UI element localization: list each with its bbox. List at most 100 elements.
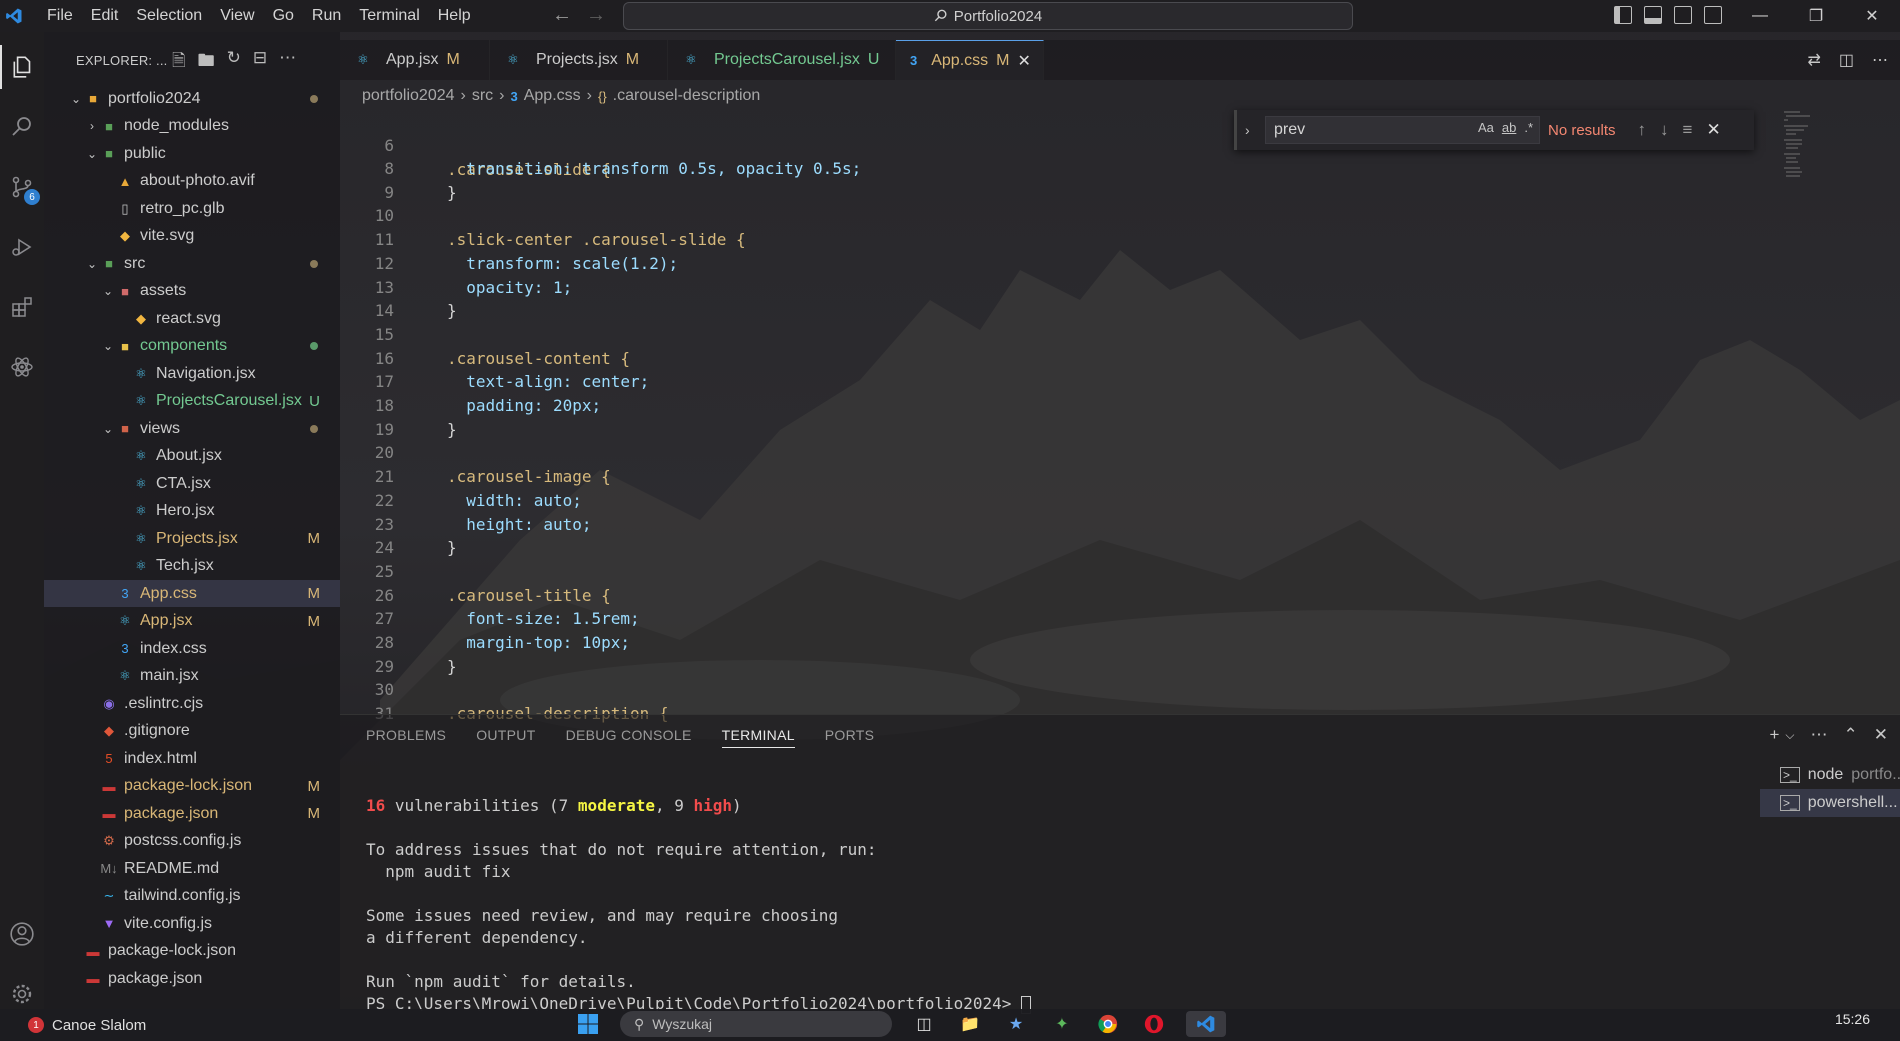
vscode-taskbar-icon[interactable]	[1186, 1011, 1226, 1037]
chevron-down-icon[interactable]: ⌄	[100, 284, 116, 298]
more-actions-icon[interactable]: ⋯	[279, 48, 296, 77]
collapse-all-icon[interactable]: ⊟	[253, 48, 267, 77]
toggle-replace-icon[interactable]: ›	[1245, 122, 1250, 138]
tab-output[interactable]: OUTPUT	[476, 727, 535, 748]
code-line[interactable]: 21 .carousel-image {	[340, 465, 1790, 489]
code-line[interactable]: 18 padding: 20px;	[340, 394, 1790, 418]
taskbar-game-widget[interactable]: 1 Canoe Slalom	[28, 1017, 146, 1034]
minimap[interactable]	[1770, 110, 1840, 190]
explorer-tree-item[interactable]: ▬ package.json	[44, 965, 340, 992]
minimize-window-button[interactable]: —	[1732, 0, 1788, 32]
chevron-down-icon[interactable]: ⌄	[84, 147, 100, 161]
opera-icon[interactable]	[1140, 1011, 1168, 1037]
extensions-icon[interactable]	[0, 285, 44, 329]
explorer-tree-item[interactable]: ⌄ ■ portfolio2024	[44, 85, 340, 112]
code-line[interactable]: 15	[340, 323, 1790, 347]
explorer-tree-item[interactable]: ⚛ Navigation.jsx	[44, 360, 340, 387]
run-debug-icon[interactable]	[0, 225, 44, 269]
code-line[interactable]: 26 .carousel-title {	[340, 584, 1790, 608]
tab-debug-console[interactable]: DEBUG CONSOLE	[566, 727, 692, 748]
code-line[interactable]: 22 width: auto;	[340, 489, 1790, 513]
breadcrumb-item[interactable]: src	[472, 87, 493, 105]
explorer-tree-item[interactable]: ◆ .gitignore	[44, 718, 340, 745]
menu-go[interactable]: Go	[264, 0, 303, 32]
close-panel-icon[interactable]: ✕	[1874, 725, 1888, 745]
explorer-tree-item[interactable]: ◉ .eslintrc.cjs	[44, 690, 340, 717]
new-folder-icon[interactable]: 🖿	[198, 48, 215, 77]
previous-match-icon[interactable]: ↑	[1638, 120, 1647, 140]
tab-ports[interactable]: PORTS	[825, 727, 874, 748]
terminal-output[interactable]: 16 vulnerabilities (7 moderate, 9 high) …	[366, 795, 1032, 1015]
chevron-down-icon[interactable]: ⌵	[1785, 728, 1794, 745]
refresh-icon[interactable]: ↻	[227, 48, 241, 77]
file-explorer-icon[interactable]: 📁	[956, 1011, 984, 1037]
command-center-search[interactable]: Portfolio2024	[623, 2, 1353, 30]
explorer-tree-item[interactable]: ⚛ CTA.jsx	[44, 470, 340, 497]
tab-terminal[interactable]: TERMINAL	[721, 727, 795, 748]
system-clock[interactable]: 15:26	[1835, 1011, 1870, 1027]
explorer-tree-item[interactable]: ⌄ ■ assets	[44, 278, 340, 305]
code-line[interactable]: 13 opacity: 1;	[340, 276, 1790, 300]
code-line[interactable]: 12 transform: scale(1.2);	[340, 252, 1790, 276]
taskbar-search[interactable]: ⚲ Wyszukaj	[620, 1011, 892, 1037]
tab-app-jsx[interactable]: ⚛ App.jsx M	[340, 40, 490, 80]
customize-layout-icon[interactable]	[1704, 6, 1722, 24]
toggle-panel-icon[interactable]	[1644, 6, 1662, 24]
menu-view[interactable]: View	[211, 0, 263, 32]
search-view-icon[interactable]	[0, 105, 44, 149]
explorer-tree-item[interactable]: ⌄ ■ public	[44, 140, 340, 167]
code-line[interactable]: 25	[340, 560, 1790, 584]
code-line[interactable]: 11 .slick-center .carousel-slide {	[340, 228, 1790, 252]
explorer-tree-item[interactable]: ◆ react.svg	[44, 305, 340, 332]
explorer-tree-item[interactable]: ∼ tailwind.config.js	[44, 883, 340, 910]
source-control-icon[interactable]: 6	[0, 165, 44, 209]
code-line[interactable]: 14}	[340, 299, 1790, 323]
close-window-button[interactable]: ✕	[1844, 0, 1900, 32]
use-regex-icon[interactable]: .*	[1524, 120, 1533, 135]
menu-file[interactable]: File	[38, 0, 82, 32]
explorer-tree-item[interactable]: 5 index.html	[44, 745, 340, 772]
chevron-down-icon[interactable]: ⌄	[84, 257, 100, 271]
compare-changes-icon[interactable]: ⇄	[1807, 50, 1820, 70]
menu-terminal[interactable]: Terminal	[350, 0, 428, 32]
code-line[interactable]: 8 transition: transform 0.5s, opacity 0.…	[340, 157, 1790, 181]
terminal-item-powershell[interactable]: >_ powershell...	[1760, 789, 1900, 817]
chevron-down-icon[interactable]: ⌄	[100, 339, 116, 353]
maximize-panel-icon[interactable]: ⌃	[1844, 725, 1858, 745]
toggle-secondary-sidebar-icon[interactable]	[1674, 6, 1692, 24]
code-line[interactable]: 20	[340, 441, 1790, 465]
explorer-tree-item[interactable]: ⚛ main.jsx	[44, 663, 340, 690]
code-line[interactable]: 23 height: auto;	[340, 513, 1790, 537]
match-whole-word-icon[interactable]: ab	[1502, 120, 1516, 135]
menu-help[interactable]: Help	[429, 0, 480, 32]
explorer-icon[interactable]	[0, 45, 44, 89]
explorer-tree-item[interactable]: ▲ about-photo.avif	[44, 168, 340, 195]
code-line[interactable]: 17 text-align: center;	[340, 370, 1790, 394]
explorer-tree-item[interactable]: ⚛ ProjectsCarousel.jsx U	[44, 388, 340, 415]
breadcrumb-item[interactable]: App.css	[524, 87, 581, 105]
maximize-window-button[interactable]: ❐	[1788, 0, 1844, 32]
code-line[interactable]: 27 font-size: 1.5rem;	[340, 607, 1790, 631]
tab-app-css[interactable]: 3 App.css M ✕	[896, 40, 1044, 80]
chevron-down-icon[interactable]: ⌄	[100, 422, 116, 436]
editor-more-actions-icon[interactable]: ⋯	[1872, 50, 1888, 70]
menu-edit[interactable]: Edit	[82, 0, 128, 32]
explorer-tree-item[interactable]: ⚛ About.jsx	[44, 443, 340, 470]
code-line[interactable]: 29}	[340, 655, 1790, 679]
app-icon-green[interactable]: ✦	[1048, 1011, 1076, 1037]
explorer-tree-item[interactable]: M↓ README.md	[44, 855, 340, 882]
breadcrumb-item[interactable]: .carousel-description	[613, 87, 761, 105]
explorer-tree-item[interactable]: ⚙ postcss.config.js	[44, 828, 340, 855]
toggle-primary-sidebar-icon[interactable]	[1614, 6, 1632, 24]
code-line[interactable]: 10	[340, 204, 1790, 228]
explorer-tree-item[interactable]: ▬ package-lock.json	[44, 938, 340, 965]
close-find-icon[interactable]: ✕	[1706, 120, 1720, 140]
explorer-tree-item[interactable]: ▯ retro_pc.glb	[44, 195, 340, 222]
explorer-tree-item[interactable]: ▼ vite.config.js	[44, 910, 340, 937]
tab-problems[interactable]: PROBLEMS	[366, 727, 446, 748]
explorer-tree-item[interactable]: ▬ package.json M	[44, 800, 340, 827]
code-line[interactable]: 9}	[340, 181, 1790, 205]
forward-arrow-icon[interactable]: →	[586, 4, 606, 27]
panel-more-actions-icon[interactable]: ⋯	[1811, 725, 1828, 745]
store-icon[interactable]: ★	[1002, 1011, 1030, 1037]
